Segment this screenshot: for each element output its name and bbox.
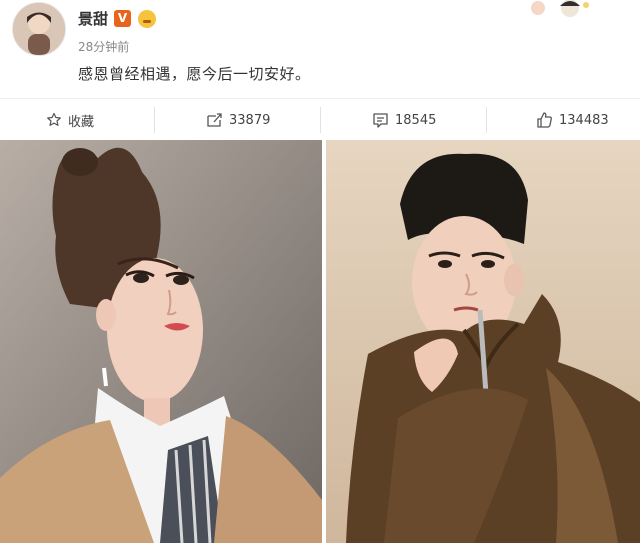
avatar[interactable] xyxy=(12,2,66,56)
username[interactable]: 景甜 xyxy=(78,8,108,29)
avatar-image xyxy=(13,3,65,55)
verified-icon: V xyxy=(114,10,131,27)
man-portrait-image xyxy=(326,140,640,543)
favorite-button[interactable]: 收藏 xyxy=(46,99,94,141)
post-text: 感恩曾经相遇，愿今后一切安好。 xyxy=(78,65,311,83)
top-right-avatar-strip[interactable] xyxy=(524,0,590,20)
post-header: 景甜 V 28分钟前 感恩曾经相遇，愿今后一切安好。 xyxy=(0,0,640,98)
divider xyxy=(320,107,321,133)
star-icon xyxy=(46,112,62,128)
emoji-icon xyxy=(138,10,156,28)
repost-icon xyxy=(206,112,223,128)
repost-count: 33879 xyxy=(229,112,271,128)
post-timestamp[interactable]: 28分钟前 xyxy=(78,38,129,55)
action-bar: 收藏 33879 18545 134483 xyxy=(0,98,640,141)
repost-button[interactable]: 33879 xyxy=(206,99,270,141)
divider xyxy=(154,107,155,133)
divider xyxy=(486,107,487,133)
like-count: 134483 xyxy=(559,112,609,128)
comment-button[interactable]: 18545 xyxy=(372,99,436,141)
comment-icon xyxy=(372,112,389,128)
photo-grid xyxy=(0,140,640,543)
like-button[interactable]: 134483 xyxy=(536,99,609,141)
woman-portrait-image xyxy=(0,140,322,543)
favorite-label: 收藏 xyxy=(68,114,95,130)
photo-right[interactable] xyxy=(326,140,640,543)
like-icon xyxy=(536,112,553,128)
avatar-strip-image xyxy=(524,0,590,20)
comment-count: 18545 xyxy=(395,112,437,128)
photo-left[interactable] xyxy=(0,140,322,543)
